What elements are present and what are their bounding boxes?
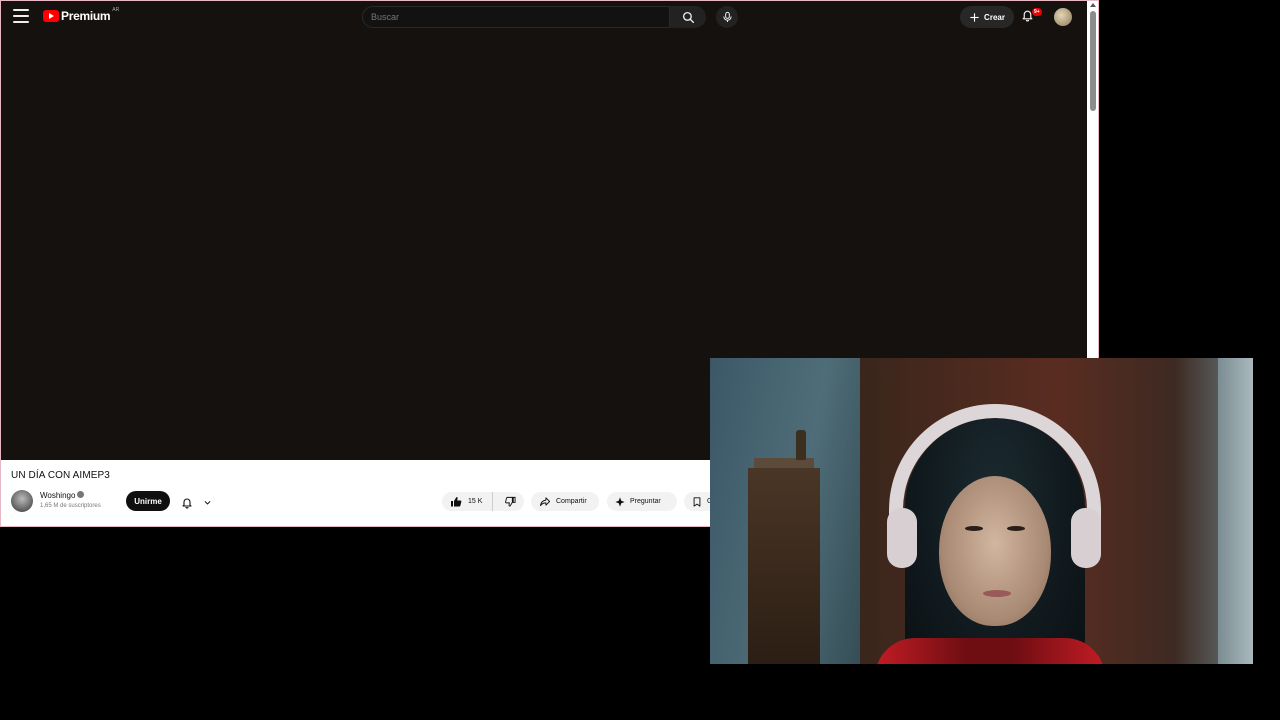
search-icon [682,11,694,23]
logo-text: Premium [61,9,111,23]
headphone-ear-right [1071,508,1101,568]
logo-region: AR [112,7,120,13]
verified-icon [77,491,85,499]
webcam-door [1218,358,1253,664]
webcam-bottle [796,430,806,460]
plus-icon [970,12,979,22]
headphone-ear-left [887,508,917,568]
sparkle-icon [615,496,625,507]
bookmark-icon [693,496,701,507]
share-icon [539,497,551,507]
masthead: Premium AR Crear 9+ [1,1,1087,33]
dislike-button[interactable] [498,492,524,511]
webcam-person [875,398,1105,664]
like-button[interactable]: 15 K [442,492,493,511]
video-title: UN DÍA CON AIMEP3 [11,470,110,481]
share-button[interactable]: Compartir [531,492,599,511]
thumbs-up-icon [451,496,462,506]
youtube-logo[interactable]: Premium AR [43,7,120,23]
like-dislike-group: 15 K [442,492,524,511]
join-button[interactable]: Unirme [126,491,170,511]
youtube-logo-icon [43,10,59,22]
menu-icon[interactable] [13,9,29,23]
like-count: 15 K [468,498,483,505]
scroll-thumb[interactable] [1090,11,1096,111]
channel-name[interactable]: Woshingo [40,491,75,500]
ask-button[interactable]: Preguntar [607,492,677,511]
webcam-shirt [875,638,1105,664]
search-box [362,6,670,28]
subscription-bell-button[interactable] [181,493,227,511]
notifications-badge: 9+ [1032,8,1042,16]
search-button[interactable] [670,6,706,28]
search-input[interactable] [363,7,669,27]
mic-icon [722,11,732,23]
webcam-overlay [710,358,1253,664]
channel-avatar[interactable] [11,490,33,512]
create-button[interactable]: Crear [960,6,1014,28]
share-label: Compartir [556,498,587,505]
scroll-up-arrow-icon[interactable] [1090,3,1096,7]
bell-icon [182,498,192,509]
avatar[interactable] [1054,8,1072,26]
ask-label: Preguntar [630,498,661,505]
create-label: Crear [984,12,1005,22]
voice-search-button[interactable] [716,6,738,28]
channel-name-row[interactable]: Woshingo [40,491,85,500]
webcam-dresser [748,468,820,664]
scrollbar[interactable] [1087,1,1098,360]
subscriber-count: 1,65 M de suscriptores [40,503,101,509]
chevron-down-icon [204,500,211,505]
headphones-icon [889,404,1101,544]
thumbs-down-icon [505,496,516,507]
webcam-mouth [983,590,1011,597]
